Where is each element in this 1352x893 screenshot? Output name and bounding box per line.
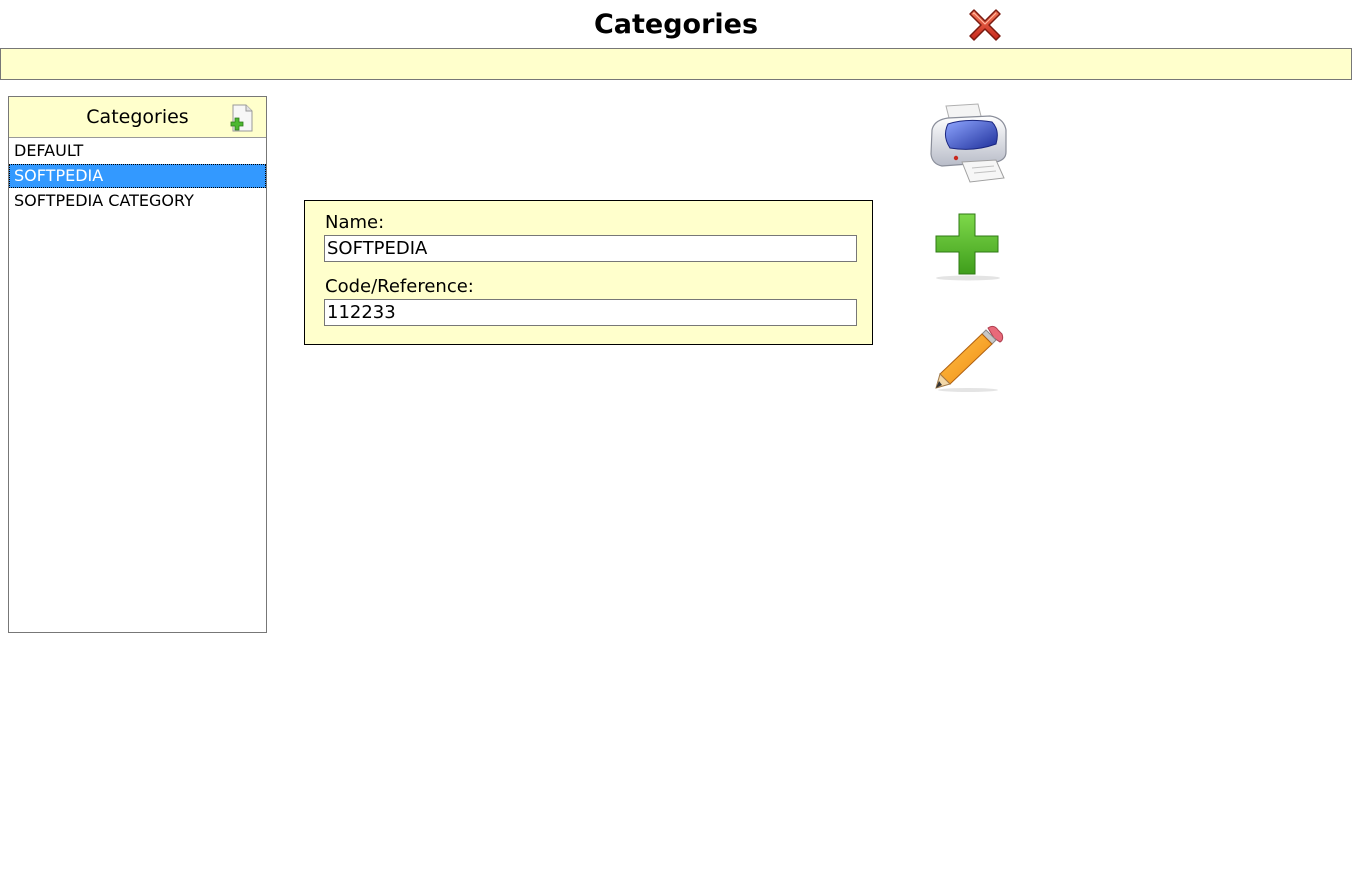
list-item[interactable]: SOFTPEDIA CATEGORY [9, 189, 266, 213]
list-item-selected[interactable]: SOFTPEDIA [9, 164, 266, 188]
name-label: Name: [325, 212, 385, 233]
printer-icon [930, 103, 1007, 183]
close-icon [969, 9, 1001, 41]
code-reference-label: Code/Reference: [325, 276, 474, 297]
category-form: Name: Code/Reference: [304, 200, 873, 345]
list-item[interactable]: DEFAULT [9, 139, 266, 163]
message-bar [0, 48, 1352, 80]
categories-list: DEFAULT SOFTPEDIA SOFTPEDIA CATEGORY [9, 139, 266, 213]
edit-button[interactable] [930, 322, 1006, 394]
categories-window: Categories Categories DEFAULT SOFTPEDIA … [0, 0, 1352, 893]
name-input[interactable] [324, 235, 857, 262]
add-document-icon [230, 104, 253, 132]
page-title: Categories [593, 9, 759, 40]
plus-icon [935, 213, 1000, 281]
add-category-button[interactable] [227, 103, 255, 133]
categories-panel: Categories DEFAULT SOFTPEDIA SOFTPEDIA C… [8, 96, 267, 633]
code-reference-input[interactable] [324, 299, 857, 326]
print-button[interactable] [926, 100, 1010, 188]
categories-panel-header: Categories [9, 97, 266, 138]
pencil-icon [935, 325, 1004, 392]
add-button[interactable] [932, 210, 1006, 282]
close-button[interactable] [964, 4, 1006, 46]
